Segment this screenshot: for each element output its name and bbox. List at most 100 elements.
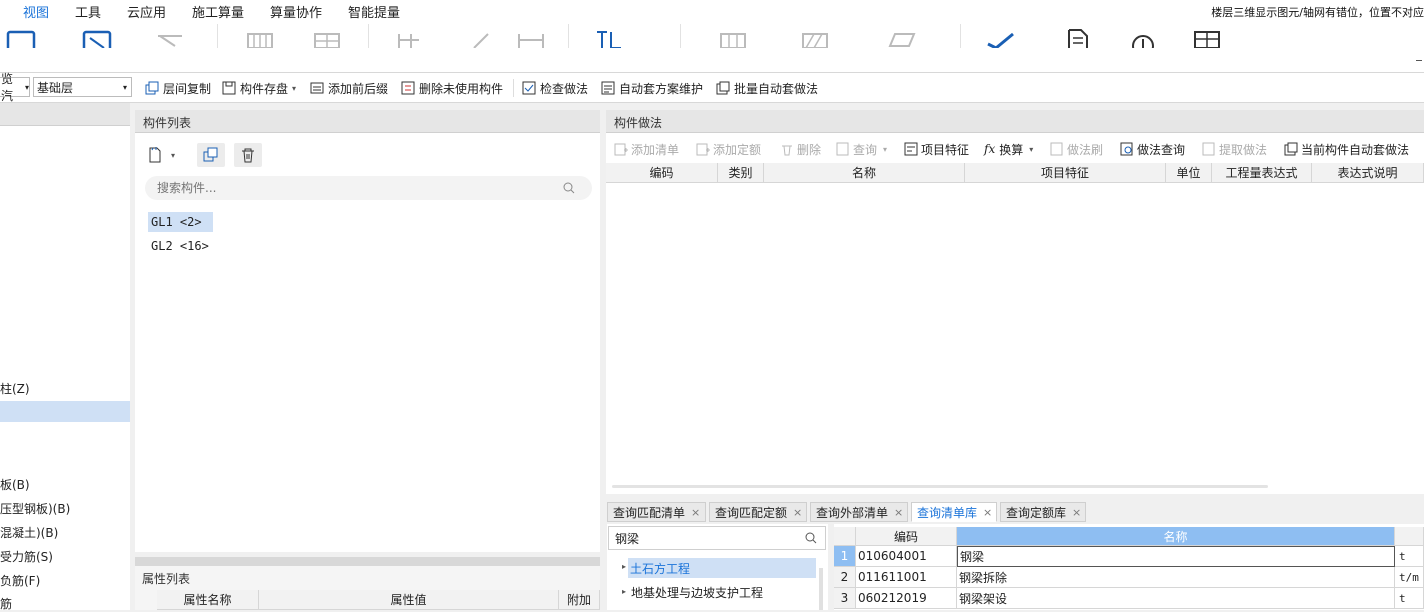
lib-cell-code[interactable]: 010604001 xyxy=(856,546,957,567)
library-search-box[interactable] xyxy=(608,526,826,550)
add-list-button[interactable]: 添加清单 xyxy=(614,138,679,160)
dimension-icon[interactable] xyxy=(516,26,546,48)
col-header-lib-code[interactable]: 编码 xyxy=(856,527,957,546)
menu-cloud[interactable]: 云应用 xyxy=(127,2,166,21)
lib-cell-unit[interactable]: t xyxy=(1395,588,1424,609)
component-search-box[interactable] xyxy=(145,176,592,200)
method-brush-button[interactable]: 做法刷 xyxy=(1050,138,1103,160)
save-component-button[interactable]: 构件存盘 ▾ xyxy=(222,79,296,97)
delete-method-button[interactable]: 删除 xyxy=(780,138,821,160)
tree-item-profiled-steel-slab[interactable]: 压型钢板)(B) xyxy=(0,500,70,517)
menu-construction[interactable]: 施工算量 xyxy=(192,2,244,21)
lib-cell-code[interactable]: 011611001 xyxy=(856,567,957,588)
lib-cell-unit[interactable]: t/m xyxy=(1395,567,1424,588)
col-header-lib-unit[interactable] xyxy=(1395,527,1424,546)
col-header-expression[interactable]: 工程量表达式 xyxy=(1212,163,1312,183)
hatch-icon[interactable] xyxy=(800,26,830,48)
extract-method-button[interactable]: 提取做法 xyxy=(1202,138,1267,160)
view-selected-icon[interactable] xyxy=(82,26,112,48)
copy-component-button[interactable] xyxy=(197,143,225,167)
col-header-lib-name[interactable]: 名称 xyxy=(957,527,1395,546)
col-header-unit[interactable]: 单位 xyxy=(1166,163,1212,183)
auto-scheme-maintain-button[interactable]: 自动套方案维护 xyxy=(601,79,703,97)
close-icon[interactable]: × xyxy=(894,506,903,519)
tree-item-selected[interactable] xyxy=(0,401,130,422)
expand-arrow-icon[interactable]: ▸ xyxy=(622,562,626,571)
menu-collaboration[interactable]: 算量协作 xyxy=(270,2,322,21)
col-header-name[interactable]: 名称 xyxy=(764,163,965,183)
col-header-prop-name[interactable]: 属性名称 xyxy=(157,590,259,610)
grid-icon[interactable] xyxy=(245,26,275,48)
vertical-scrollbar[interactable] xyxy=(819,568,823,610)
col-header-category[interactable]: 类别 xyxy=(718,163,764,183)
minimize-mark[interactable] xyxy=(1416,60,1422,61)
tree-item-rebar[interactable]: 筋 xyxy=(0,595,12,612)
menu-tools[interactable]: 工具 xyxy=(75,2,101,21)
component-search-input[interactable] xyxy=(155,180,559,196)
library-search-input[interactable] xyxy=(613,530,805,546)
column-grid-icon[interactable] xyxy=(718,26,748,48)
lib-cell-name[interactable]: 钢梁架设 xyxy=(957,588,1395,609)
floor-select[interactable]: 基础层 ▾ xyxy=(33,77,132,97)
close-icon[interactable]: × xyxy=(1072,506,1081,519)
col-header-expression-desc[interactable]: 表达式说明 xyxy=(1312,163,1424,183)
add-quota-button[interactable]: 添加定额 xyxy=(696,138,761,160)
new-component-button[interactable]: ▾ xyxy=(147,144,187,166)
tree-item-slab[interactable]: 板(B) xyxy=(0,476,30,493)
menu-smart-extract[interactable]: 智能提量 xyxy=(348,2,400,21)
tree-item-main-rebar[interactable]: 受力筋(S) xyxy=(0,548,53,565)
horizontal-scrollbar[interactable] xyxy=(612,485,1268,488)
pencil-icon[interactable] xyxy=(466,26,496,48)
view-icon[interactable] xyxy=(6,26,36,48)
axis-icon[interactable] xyxy=(155,26,185,48)
col-header-features[interactable]: 项目特征 xyxy=(965,163,1166,183)
item-features-button[interactable]: 项目特征 xyxy=(904,138,969,160)
tab-list-library[interactable]: 查询清单库 × xyxy=(911,502,997,522)
tree-item-column[interactable]: 柱(Z) xyxy=(0,380,30,397)
tree-item-negative-rebar[interactable]: 负筋(F) xyxy=(0,572,40,589)
text-icon[interactable] xyxy=(594,26,624,48)
cloud-download-icon[interactable] xyxy=(1128,26,1158,48)
col-header-prop-extra[interactable]: 附加 xyxy=(559,590,600,610)
method-query-button[interactable]: 做法查询 xyxy=(1120,138,1185,160)
tab-quota-library[interactable]: 查询定额库 × xyxy=(1000,502,1086,522)
lib-cell-code[interactable]: 060212019 xyxy=(856,588,957,609)
tab-match-quota[interactable]: 查询匹配定额 × xyxy=(709,502,807,522)
delete-unused-button[interactable]: 删除未使用构件 xyxy=(401,79,503,97)
auto-apply-current-button[interactable]: 当前构件自动套做法 xyxy=(1284,138,1409,160)
tab-external-list[interactable]: 查询外部清单 × xyxy=(810,502,908,522)
table-icon[interactable] xyxy=(312,26,342,48)
document-icon[interactable] xyxy=(1063,26,1093,48)
check-method-button[interactable]: 检查做法 xyxy=(522,79,588,97)
convert-button[interactable]: fx 换算 ▾ xyxy=(984,138,1033,160)
left-select[interactable]: 览汽 ▾ xyxy=(0,72,30,103)
check-icon[interactable] xyxy=(985,26,1015,48)
delete-component-button[interactable] xyxy=(234,143,262,167)
search-icon[interactable] xyxy=(805,532,817,544)
table-view-icon[interactable] xyxy=(1192,26,1222,48)
menu-view[interactable]: 视图 xyxy=(23,2,49,21)
search-icon[interactable] xyxy=(563,182,575,194)
close-icon[interactable]: × xyxy=(793,506,802,519)
lib-cell-name-focused[interactable]: 钢梁 xyxy=(957,546,1395,567)
align-icon[interactable] xyxy=(393,26,423,48)
tab-match-list[interactable]: 查询匹配清单 × xyxy=(607,502,706,522)
expand-arrow-icon[interactable]: ▸ xyxy=(622,587,626,596)
query-button[interactable]: 查询 ▾ xyxy=(836,138,887,160)
col-header-code[interactable]: 编码 xyxy=(606,163,718,183)
batch-auto-method-button[interactable]: 批量自动套做法 xyxy=(716,79,818,97)
lib-cell-unit[interactable]: t xyxy=(1395,546,1424,567)
component-item[interactable]: GL2 <16> xyxy=(151,239,209,253)
copy-between-floors-button[interactable]: 层间复制 xyxy=(145,79,211,97)
close-icon[interactable]: × xyxy=(691,506,700,519)
lib-cell-name[interactable]: 钢梁拆除 xyxy=(957,567,1395,588)
library-tree-item[interactable]: 地基处理与边坡支护工程 xyxy=(631,584,763,601)
library-tree-item-selected[interactable]: 土石方工程 xyxy=(628,558,816,578)
col-header-prop-value[interactable]: 属性值 xyxy=(259,590,559,610)
method-panel-header: 构件做法 xyxy=(606,110,1424,133)
slab-icon[interactable] xyxy=(887,26,917,48)
component-item-selected[interactable]: GL1 <2> xyxy=(148,212,213,232)
add-prefix-suffix-button[interactable]: 添加前后缀 xyxy=(310,79,388,97)
close-icon[interactable]: × xyxy=(983,506,992,519)
tree-item-concrete-slab[interactable]: 混凝土)(B) xyxy=(0,524,58,541)
